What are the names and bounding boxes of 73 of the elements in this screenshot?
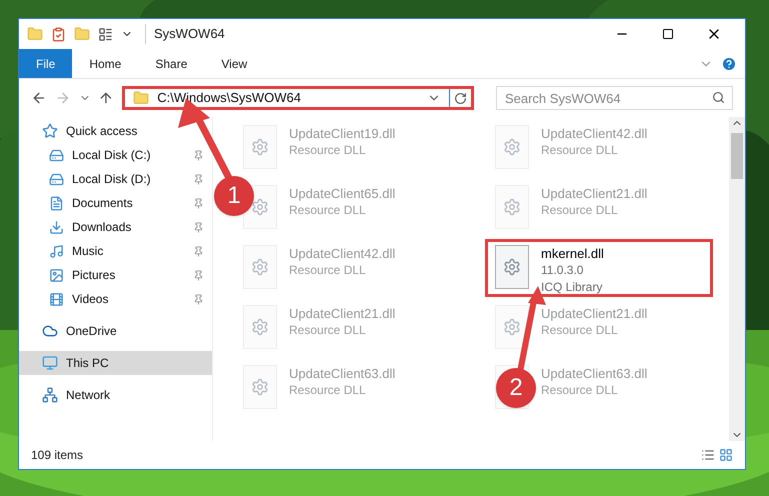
sidebar-icon xyxy=(49,292,64,306)
dll-file-icon xyxy=(495,185,529,229)
sidebar-icon xyxy=(49,148,64,162)
file-detail: ICQ Library xyxy=(541,279,604,296)
properties-icon[interactable] xyxy=(51,26,66,42)
sidebar-item[interactable]: Downloads xyxy=(19,215,212,239)
address-path: C:\Windows\SysWOW64 xyxy=(157,89,301,108)
dll-file-icon xyxy=(495,125,529,169)
pin-icon[interactable] xyxy=(193,270,204,280)
refresh-icon[interactable] xyxy=(454,92,467,104)
maximize-icon xyxy=(662,28,674,40)
help-icon[interactable] xyxy=(721,56,737,72)
file-detail: Resource DLL xyxy=(289,322,367,339)
sidebar-item[interactable]: Music xyxy=(19,239,212,263)
forward-icon[interactable] xyxy=(54,90,71,106)
scroll-thumb[interactable] xyxy=(731,133,743,179)
sidebar-item[interactable]: Documents xyxy=(19,191,212,215)
sidebar-icon xyxy=(42,387,58,403)
dll-file-icon xyxy=(243,245,277,289)
pin-icon[interactable] xyxy=(193,222,204,232)
item-count: 109 items xyxy=(31,447,84,464)
file-detail: Resource DLL xyxy=(541,382,619,399)
dll-file-icon xyxy=(243,125,277,169)
sidebar-item[interactable]: OneDrive xyxy=(19,319,212,343)
search-field[interactable]: Search SysWOW64 xyxy=(496,86,733,110)
sidebar-item[interactable]: This PC xyxy=(19,351,212,375)
dll-file-icon xyxy=(243,365,277,409)
pin-icon[interactable] xyxy=(193,198,204,208)
ribbon-tab[interactable]: View xyxy=(204,49,264,78)
sidebar-icon xyxy=(42,123,58,139)
folder-icon xyxy=(133,90,150,106)
pin-icon[interactable] xyxy=(193,294,204,304)
file-detail: Resource DLL xyxy=(289,382,367,399)
pin-icon[interactable] xyxy=(193,150,204,160)
file-detail: Resource DLL xyxy=(541,202,619,219)
sidebar-item[interactable]: Pictures xyxy=(19,263,212,287)
sidebar-icon xyxy=(49,244,64,258)
sidebar-icon xyxy=(42,355,58,371)
address-bar[interactable]: C:\Windows\SysWOW64 xyxy=(122,86,474,110)
dll-file-icon xyxy=(495,245,529,289)
file-detail: Resource DLL xyxy=(289,142,367,159)
sidebar-icon xyxy=(49,220,64,234)
sidebar-item[interactable]: Local Disk (D:) xyxy=(19,167,212,191)
file-detail: Resource DLL xyxy=(289,262,367,279)
scrollbar[interactable] xyxy=(729,117,745,441)
pin-icon[interactable] xyxy=(193,246,204,256)
file-detail: Resource DLL xyxy=(541,142,619,159)
file-detail: 11.0.3.0 xyxy=(541,262,584,279)
pin-icon[interactable] xyxy=(193,174,204,184)
sidebar-icon xyxy=(49,268,64,282)
sidebar-item[interactable]: Network xyxy=(19,383,212,407)
tiles-view-icon[interactable] xyxy=(719,448,733,462)
dll-file-icon xyxy=(243,305,277,349)
ribbon-tab[interactable]: File xyxy=(19,49,72,78)
sidebar-item[interactable]: Quick access xyxy=(19,119,212,143)
sidebar-icon xyxy=(49,196,64,210)
folder-icon[interactable] xyxy=(27,26,43,42)
back-icon[interactable] xyxy=(31,90,47,106)
sidebar-icon xyxy=(49,172,64,186)
window-title: SysWOW64 xyxy=(145,24,225,44)
view-icon[interactable] xyxy=(98,26,113,42)
file-detail: Resource DLL xyxy=(541,322,619,339)
dll-file-icon xyxy=(495,305,529,349)
sidebar-item[interactable]: Videos xyxy=(19,287,212,311)
new-folder-icon[interactable] xyxy=(74,26,90,42)
sidebar-icon xyxy=(42,323,58,339)
ribbon-tab[interactable]: Share xyxy=(138,49,204,78)
file-detail: Resource DLL xyxy=(289,202,367,219)
search-icon xyxy=(712,91,725,104)
sidebar-item[interactable]: Local Disk (C:) xyxy=(19,143,212,167)
ribbon-tab[interactable]: Home xyxy=(72,49,138,78)
details-view-icon[interactable] xyxy=(701,448,715,462)
file-name[interactable]: mkernel.dll xyxy=(541,245,604,262)
